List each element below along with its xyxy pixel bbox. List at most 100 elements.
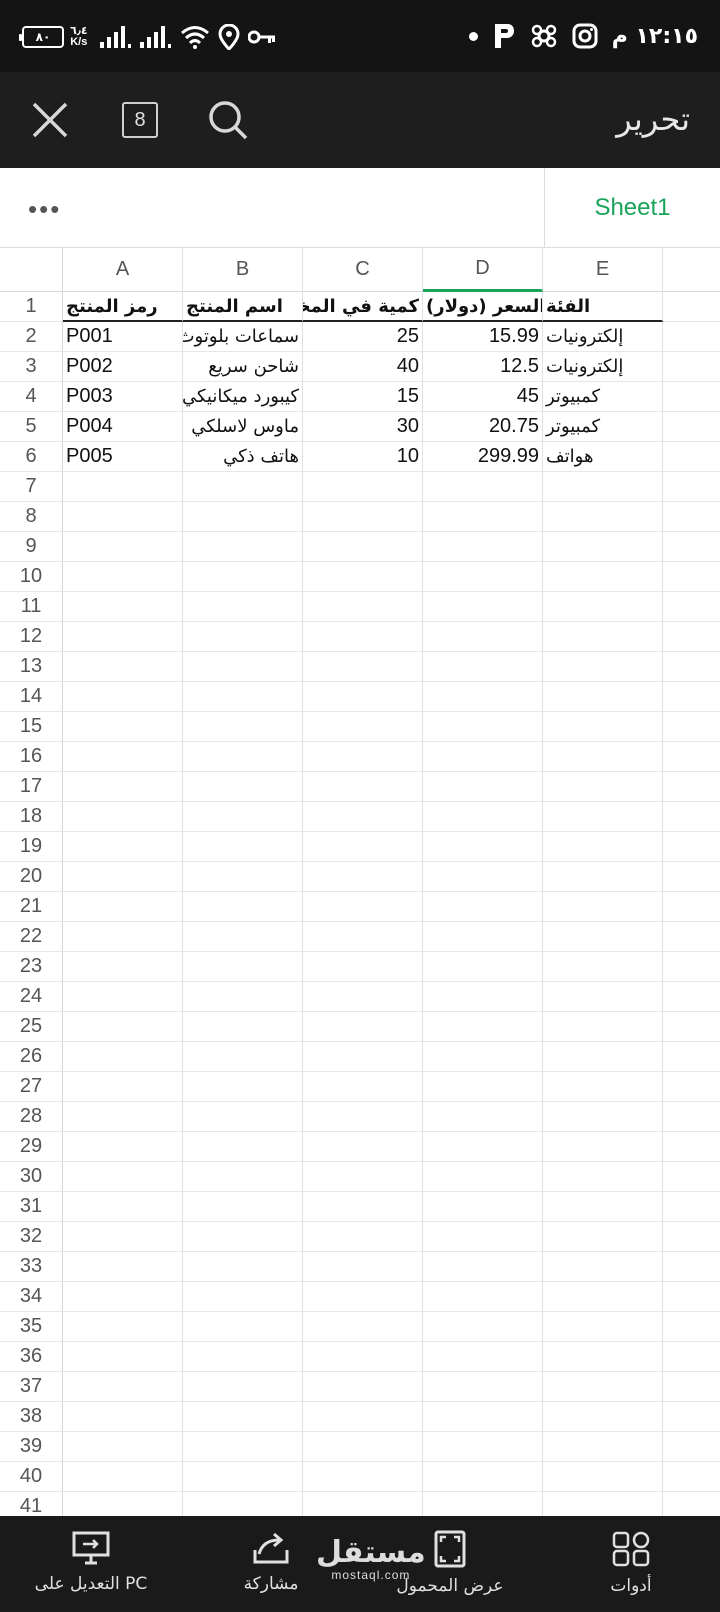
cell-d19[interactable] — [423, 832, 543, 862]
cell-f2[interactable] — [663, 322, 720, 352]
cell-a4[interactable]: P003 — [63, 382, 183, 412]
cell-b5[interactable]: ماوس لاسلكي — [183, 412, 303, 442]
cell-e14[interactable] — [543, 682, 663, 712]
cell-e37[interactable] — [543, 1372, 663, 1402]
cell-a37[interactable] — [63, 1372, 183, 1402]
cell-c2[interactable]: 25 — [303, 322, 423, 352]
row-number[interactable]: 3 — [0, 352, 63, 382]
cell-f17[interactable] — [663, 772, 720, 802]
cell-b2[interactable]: سماعات بلوتوث — [183, 322, 303, 352]
cell-b12[interactable] — [183, 622, 303, 652]
cell-e4[interactable]: كمبيوتر — [543, 382, 663, 412]
cell-b38[interactable] — [183, 1402, 303, 1432]
cell-a39[interactable] — [63, 1432, 183, 1462]
cell-c18[interactable] — [303, 802, 423, 832]
cell-a9[interactable] — [63, 532, 183, 562]
cell-b7[interactable] — [183, 472, 303, 502]
row-number[interactable]: 37 — [0, 1372, 63, 1402]
cell-f39[interactable] — [663, 1432, 720, 1462]
row-number[interactable]: 15 — [0, 712, 63, 742]
cell-d28[interactable] — [423, 1102, 543, 1132]
cell-c26[interactable] — [303, 1042, 423, 1072]
cell-c27[interactable] — [303, 1072, 423, 1102]
row-number[interactable]: 39 — [0, 1432, 63, 1462]
cell-d31[interactable] — [423, 1192, 543, 1222]
cell-a35[interactable] — [63, 1312, 183, 1342]
cell-d1[interactable]: السعر (دولار) — [423, 292, 543, 322]
cell-d36[interactable] — [423, 1342, 543, 1372]
cell-f10[interactable] — [663, 562, 720, 592]
row-number[interactable]: 16 — [0, 742, 63, 772]
cell-a30[interactable] — [63, 1162, 183, 1192]
row-number[interactable]: 8 — [0, 502, 63, 532]
cell-b11[interactable] — [183, 592, 303, 622]
cell-a2[interactable]: P001 — [63, 322, 183, 352]
cell-d12[interactable] — [423, 622, 543, 652]
row-number[interactable]: 11 — [0, 592, 63, 622]
cell-c4[interactable]: 15 — [303, 382, 423, 412]
edit-title[interactable]: تحرير — [616, 100, 690, 138]
cell-c11[interactable] — [303, 592, 423, 622]
cell-b27[interactable] — [183, 1072, 303, 1102]
cell-e26[interactable] — [543, 1042, 663, 1072]
cell-c7[interactable] — [303, 472, 423, 502]
cell-f28[interactable] — [663, 1102, 720, 1132]
cell-e32[interactable] — [543, 1222, 663, 1252]
cell-f4[interactable] — [663, 382, 720, 412]
cell-c40[interactable] — [303, 1462, 423, 1492]
row-number[interactable]: 2 — [0, 322, 63, 352]
cell-d21[interactable] — [423, 892, 543, 922]
row-number[interactable]: 6 — [0, 442, 63, 472]
cell-b32[interactable] — [183, 1222, 303, 1252]
cell-c16[interactable] — [303, 742, 423, 772]
column-header-a[interactable]: A — [63, 248, 183, 292]
cell-c23[interactable] — [303, 952, 423, 982]
cell-f23[interactable] — [663, 952, 720, 982]
cell-e24[interactable] — [543, 982, 663, 1012]
edit-on-pc-button[interactable]: التعديل على PC — [26, 1516, 156, 1612]
cell-e15[interactable] — [543, 712, 663, 742]
cell-e9[interactable] — [543, 532, 663, 562]
cell-f22[interactable] — [663, 922, 720, 952]
cell-f18[interactable] — [663, 802, 720, 832]
cell-c22[interactable] — [303, 922, 423, 952]
tabs-button[interactable]: 8 — [114, 94, 166, 146]
row-number[interactable]: 36 — [0, 1342, 63, 1372]
cell-f15[interactable] — [663, 712, 720, 742]
cell-c31[interactable] — [303, 1192, 423, 1222]
close-button[interactable] — [24, 94, 76, 146]
row-number[interactable]: 40 — [0, 1462, 63, 1492]
cell-e20[interactable] — [543, 862, 663, 892]
row-number[interactable]: 30 — [0, 1162, 63, 1192]
cell-d41[interactable] — [423, 1492, 543, 1516]
cell-a1[interactable]: رمز المنتج — [63, 292, 183, 322]
cell-c25[interactable] — [303, 1012, 423, 1042]
column-header-c[interactable]: C — [303, 248, 423, 292]
select-all-corner[interactable] — [0, 248, 63, 292]
cell-b17[interactable] — [183, 772, 303, 802]
cell-b25[interactable] — [183, 1012, 303, 1042]
cell-a12[interactable] — [63, 622, 183, 652]
cell-e18[interactable] — [543, 802, 663, 832]
cell-b10[interactable] — [183, 562, 303, 592]
cell-a33[interactable] — [63, 1252, 183, 1282]
cell-f40[interactable] — [663, 1462, 720, 1492]
cell-a28[interactable] — [63, 1102, 183, 1132]
cell-b14[interactable] — [183, 682, 303, 712]
row-number[interactable]: 27 — [0, 1072, 63, 1102]
cell-e7[interactable] — [543, 472, 663, 502]
row-number[interactable]: 20 — [0, 862, 63, 892]
cell-d24[interactable] — [423, 982, 543, 1012]
cell-a18[interactable] — [63, 802, 183, 832]
cell-b19[interactable] — [183, 832, 303, 862]
cell-b34[interactable] — [183, 1282, 303, 1312]
cell-e3[interactable]: إلكترونيات — [543, 352, 663, 382]
cell-f12[interactable] — [663, 622, 720, 652]
row-number[interactable]: 25 — [0, 1012, 63, 1042]
cell-a7[interactable] — [63, 472, 183, 502]
cell-b9[interactable] — [183, 532, 303, 562]
cell-f1[interactable] — [663, 292, 720, 322]
cell-e22[interactable] — [543, 922, 663, 952]
cell-a36[interactable] — [63, 1342, 183, 1372]
cell-a13[interactable] — [63, 652, 183, 682]
